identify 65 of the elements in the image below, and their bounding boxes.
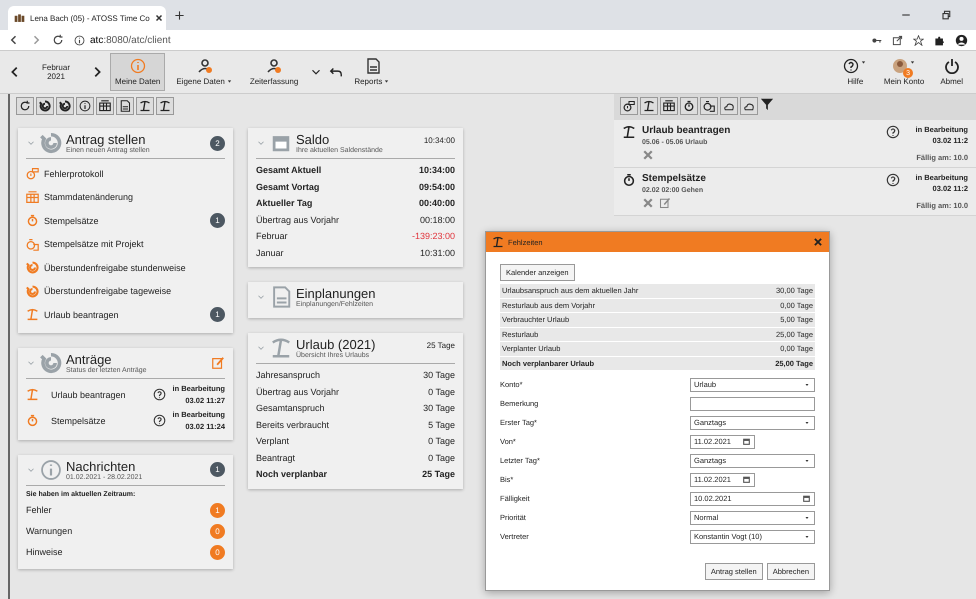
count-badge: 0 bbox=[210, 524, 225, 538]
request-type-item[interactable]: Stempelsätze mit Projekt bbox=[26, 232, 225, 256]
count-badge: 1 bbox=[210, 462, 225, 477]
toolbar-button[interactable]: Reports bbox=[349, 53, 396, 91]
card-title: Einplanungen bbox=[296, 286, 377, 301]
vacation-value: 25 Tage bbox=[426, 340, 455, 350]
row-value: 10:31:00 bbox=[420, 248, 455, 258]
browser-tab[interactable]: Lena Bach (05) - ATOSS Time Co bbox=[8, 6, 166, 30]
card-title: Antrag stellen bbox=[66, 132, 146, 147]
balance-value: 10:34:00 bbox=[424, 135, 455, 145]
row-label: Gesamt Vortag bbox=[256, 182, 320, 192]
toolbar-button[interactable]: Hilfe bbox=[838, 53, 873, 91]
row-value: 10:34:00 bbox=[418, 165, 455, 176]
request-label[interactable]: Urlaub beantragen bbox=[45, 390, 148, 400]
row-value: 5 Tage bbox=[428, 420, 455, 430]
row-label: Übertrag aus Vorjahr bbox=[256, 386, 340, 397]
row-value: 25 Tage bbox=[422, 469, 455, 480]
url-text[interactable]: atc:8080/atc/client bbox=[90, 34, 171, 46]
month-label: Februar bbox=[42, 63, 70, 72]
request-label[interactable]: Stempelsätze bbox=[45, 416, 148, 426]
row-value: 0 Tage bbox=[428, 452, 455, 463]
request-type-item[interactable]: Fehlerprotokoll bbox=[26, 162, 225, 186]
row-label: Noch verplanbar bbox=[256, 469, 328, 480]
row-value: 30 Tage bbox=[423, 370, 455, 380]
card-title: Anträge bbox=[66, 352, 112, 366]
row-label: Verplant bbox=[256, 436, 290, 446]
request-type-item[interactable]: Überstundenfreigabe stundenweise bbox=[26, 256, 225, 280]
toolbar-button[interactable]: Eigene Daten bbox=[171, 53, 239, 91]
row-label: Beantragt bbox=[256, 452, 296, 463]
card-title: Urlaub (2021) bbox=[296, 337, 376, 352]
toolbar-button[interactable]: Meine Daten bbox=[110, 53, 166, 91]
year-label: 2021 bbox=[47, 72, 65, 81]
row-value: 00:40:00 bbox=[418, 198, 455, 208]
count-badge: 1 bbox=[210, 213, 225, 228]
request-type-item[interactable]: Urlaub beantragen 1 bbox=[26, 303, 225, 326]
row-label: Übertrag aus Vorjahr bbox=[256, 214, 340, 225]
toolbar-button[interactable]: Abmel bbox=[935, 53, 968, 91]
row-value: 0 Tage bbox=[428, 386, 455, 397]
request-type-item[interactable]: Stempelsätze 1 bbox=[26, 209, 225, 232]
request-title[interactable]: Stempelsätze bbox=[642, 173, 880, 184]
request-type-item[interactable]: Überstundenfreigabe tageweise bbox=[26, 280, 225, 303]
row-label: Aktueller Tag bbox=[256, 198, 312, 208]
row-value: 00:18:00 bbox=[420, 214, 455, 225]
message-label[interactable]: Hinweise bbox=[26, 547, 63, 557]
request-title[interactable]: Urlaub beantragen bbox=[642, 125, 880, 136]
message-label[interactable]: Fehler bbox=[26, 505, 52, 515]
count-badge: 1 bbox=[210, 307, 225, 322]
message-label[interactable]: Warnungen bbox=[26, 526, 72, 536]
row-value: 09:54:00 bbox=[418, 182, 455, 192]
row-label: Jahresanspruch bbox=[256, 370, 320, 380]
row-label: Gesamt Aktuell bbox=[256, 165, 322, 176]
card-title: Saldo bbox=[296, 132, 330, 147]
row-value: -139:23:00 bbox=[412, 231, 455, 242]
toolbar-button[interactable]: Zeiterfassung bbox=[244, 53, 304, 91]
row-value: 30 Tage bbox=[423, 403, 455, 414]
count-badge: 0 bbox=[210, 544, 225, 560]
row-label: Gesamtanspruch bbox=[256, 403, 325, 414]
row-label: Januar bbox=[256, 248, 284, 258]
card-title: Nachrichten bbox=[66, 458, 136, 474]
row-label: Bereits verbraucht bbox=[256, 420, 330, 430]
request-type-item[interactable]: Stammdatenänderung bbox=[26, 186, 225, 209]
count-badge: 1 bbox=[210, 502, 225, 518]
row-label: Februar bbox=[256, 231, 288, 242]
count-badge: 2 bbox=[210, 136, 225, 150]
row-value: 0 Tage bbox=[428, 436, 455, 446]
